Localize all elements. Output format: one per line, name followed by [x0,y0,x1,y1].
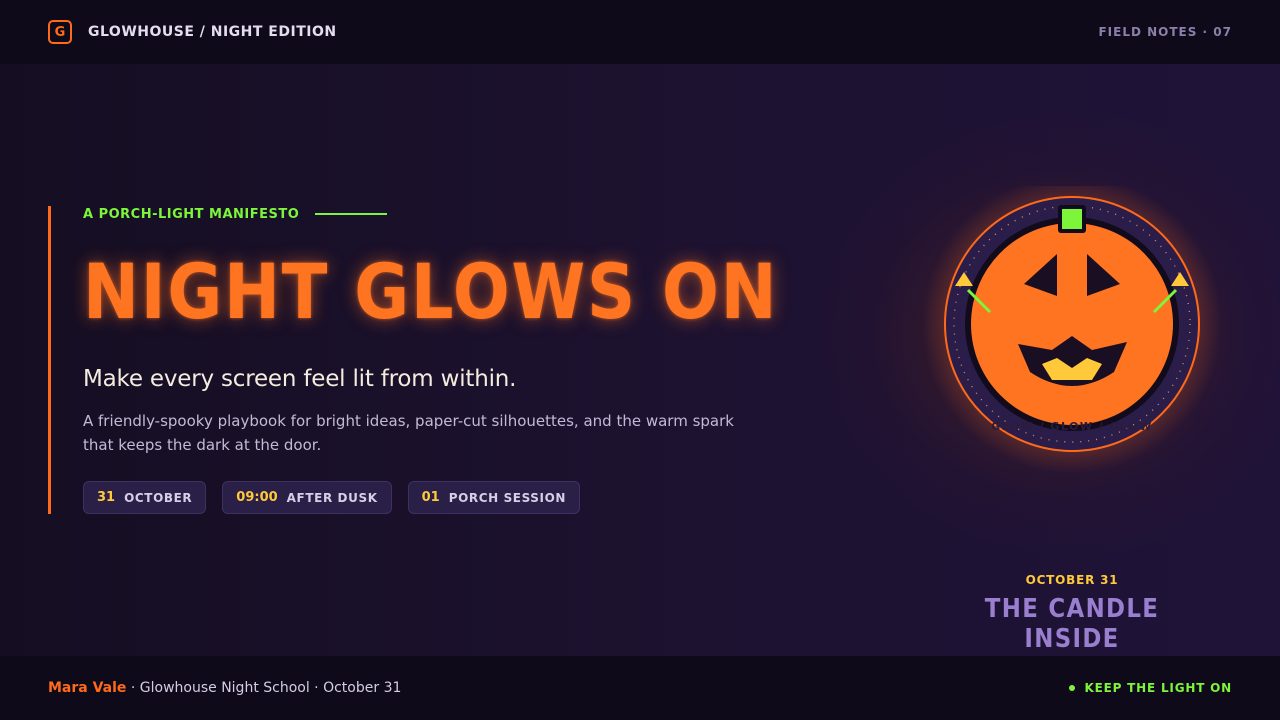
logo-icon: G [48,20,72,44]
credit-line: Mara Vale · Glowhouse Night School · Oct… [48,680,401,696]
author-name[interactable]: Mara Vale [48,680,126,696]
hero-stage: A PORCH-LIGHT MANIFESTO NIGHT GLOWS ON M… [0,64,1280,656]
brand[interactable]: G GLOWHOUSE / NIGHT EDITION [48,20,337,44]
top-bar: G GLOWHOUSE / NIGHT EDITION FIELD NOTES … [0,0,1280,64]
eyebrow-text: A PORCH-LIGHT MANIFESTO [83,206,300,222]
side-title: THE CANDLE INSIDE [984,594,1160,654]
pumpkin-illustration: GLOW / GLOW / GLOW [922,186,1222,474]
chip-label: PORCH SESSION [448,490,567,505]
side-date: OCTOBER 31 [1025,573,1119,587]
description: A friendly-spooky playbook for bright id… [83,412,734,454]
footer: Mara Vale · Glowhouse Night School · Oct… [0,656,1280,720]
status-indicator: KEEP THE LIGHT ON [1068,681,1232,695]
eyebrow: A PORCH-LIGHT MANIFESTO [83,206,788,222]
jack-o-lantern-icon: GLOW / GLOW / GLOW [920,186,1224,486]
eyebrow-rule [315,213,388,215]
chip-label: AFTER DUSK [286,490,378,505]
ring-text: GLOW / GLOW / GLOW [991,420,1153,433]
chip-number: 09:00 [236,490,278,505]
subheadline: Make every screen feel lit from within. [83,366,517,392]
info-chips: 31 OCTOBER 09:00 AFTER DUSK 01 PORCH SES… [83,481,788,514]
chip-label: OCTOBER [124,490,193,505]
stem [1062,209,1082,229]
pumpkin-body [971,223,1173,425]
chip-number: 01 [421,490,440,505]
chip-number: 31 [97,490,116,505]
chip-date: 31 OCTOBER [83,481,207,514]
status-text: KEEP THE LIGHT ON [1084,681,1232,695]
status-dot-icon [1068,685,1075,691]
logo-glyph: G [54,24,66,40]
chip-time: 09:00 AFTER DUSK [222,481,392,514]
field-notes-label: FIELD NOTES · 07 [1098,25,1232,39]
hero-section: A PORCH-LIGHT MANIFESTO NIGHT GLOWS ON M… [48,206,788,514]
chip-session: 01 PORCH SESSION [407,481,581,514]
headline: NIGHT GLOWS ON [83,247,779,336]
brand-title: GLOWHOUSE / NIGHT EDITION [88,24,337,40]
credit-rest: · Glowhouse Night School · October 31 [126,680,402,696]
